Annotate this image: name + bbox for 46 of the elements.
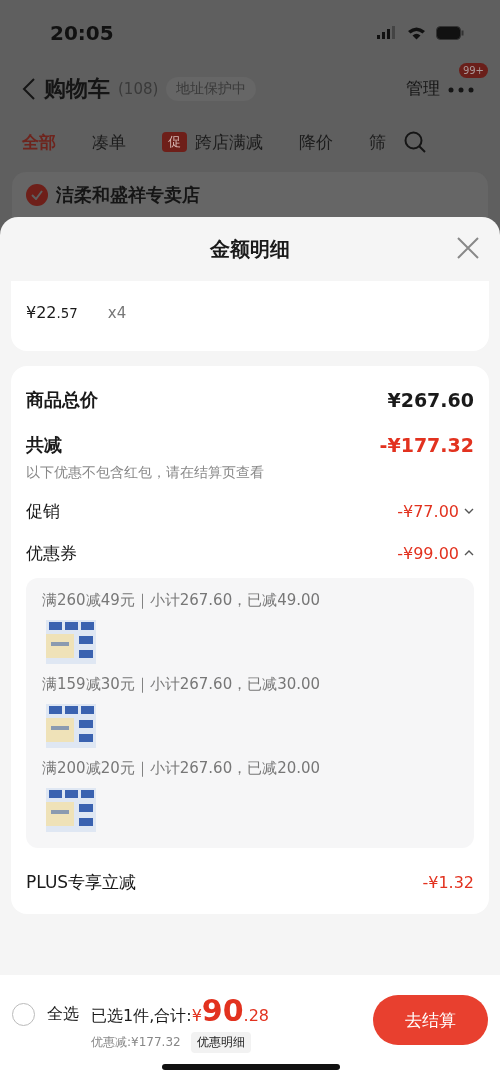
battery-icon (436, 25, 464, 40)
more-icon[interactable] (448, 86, 474, 93)
coupon-text: 满159减30元｜小计267.60，已减30.00 (42, 675, 321, 693)
item-quantity: x4 (107, 304, 127, 322)
reduction-note: 以下优惠不包含红包，请在结算页查看 (26, 464, 265, 482)
notification-badge: 99+ (458, 62, 488, 78)
promo-tag: 促 (162, 132, 187, 152)
row-amount: -¥177.32 (379, 434, 474, 456)
search-icon[interactable] (404, 131, 426, 153)
filter-tab[interactable]: 凑单 (92, 130, 126, 154)
checkout-button[interactable]: 去结算 (373, 995, 488, 1045)
caret-icon (464, 550, 474, 556)
sheet-title: 金额明细 (210, 235, 290, 263)
shop-name[interactable]: 洁柔和盛祥专卖店 (56, 182, 200, 207)
amount-toggle[interactable]: -¥99.00 (397, 543, 474, 563)
detail-button[interactable]: 优惠明细 (190, 1032, 251, 1053)
amount-toggle[interactable]: -¥77.00 (397, 501, 474, 521)
filter-tab[interactable]: 促 跨店满减 (162, 130, 263, 154)
row-label: 商品总价 (26, 388, 98, 412)
wifi-icon (407, 25, 426, 40)
discount-text: 优惠减:¥177.32 (91, 1034, 181, 1051)
signal-icon (377, 26, 397, 39)
select-all-label[interactable]: 全选 (47, 1004, 79, 1025)
row-label: 共减 (26, 433, 62, 457)
tab-label: 跨店满减 (195, 130, 263, 154)
page-title: 购物车 (44, 74, 110, 103)
caret-icon (464, 508, 474, 514)
filter-tab[interactable]: 筛 (369, 130, 386, 154)
row-label: PLUS专享立减 (26, 870, 137, 894)
filter-tab[interactable]: 全部 (22, 130, 56, 154)
row-amount: -¥1.32 (422, 872, 474, 892)
status-time: 20:05 (50, 20, 114, 45)
filter-tab[interactable]: 降价 (299, 130, 333, 154)
close-icon (457, 236, 479, 259)
item-price: ¥22.57 (26, 303, 78, 322)
total-summary: 已选1件,合计:¥90.28 (91, 993, 270, 1028)
coupon-text: 满260减49元｜小计267.60，已减49.00 (42, 591, 321, 609)
row-label: 促销 (26, 499, 60, 523)
select-all-radio[interactable] (12, 1003, 35, 1026)
back-icon[interactable] (22, 77, 36, 100)
row-amount: ¥267.60 (387, 389, 474, 411)
shop-checkbox[interactable] (26, 183, 48, 206)
check-icon (31, 189, 43, 200)
coupon-text: 满200减20元｜小计267.60，已减20.00 (42, 759, 321, 777)
row-label: 优惠券 (26, 541, 77, 565)
manage-link[interactable]: 管理 (406, 77, 440, 100)
